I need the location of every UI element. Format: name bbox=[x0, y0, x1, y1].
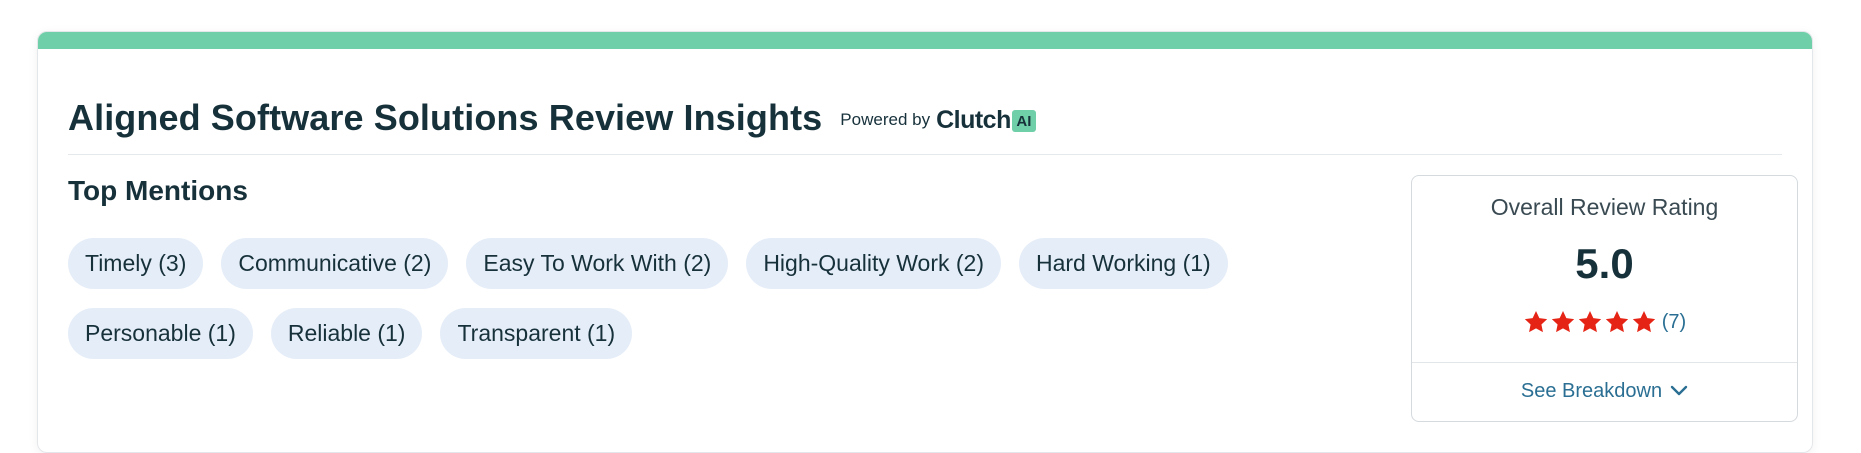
rating-score: 5.0 bbox=[1575, 240, 1634, 287]
mention-chip[interactable]: Timely (3) bbox=[68, 238, 204, 289]
rating-label: Overall Review Rating bbox=[1490, 194, 1719, 220]
star-icon bbox=[1525, 310, 1548, 333]
star-icon bbox=[1579, 310, 1602, 333]
chevron-down-icon bbox=[1670, 385, 1688, 396]
mention-chip[interactable]: Transparent (1) bbox=[440, 308, 633, 359]
powered-by-label: Powered by bbox=[840, 110, 931, 129]
mention-chip[interactable]: Communicative (2) bbox=[221, 238, 449, 289]
see-breakdown-label: See Breakdown bbox=[1520, 379, 1663, 402]
star-icon bbox=[1606, 310, 1629, 333]
clutch-logo: Clutch bbox=[936, 105, 1011, 134]
mention-chip[interactable]: Reliable (1) bbox=[270, 308, 423, 359]
overall-rating-box: Overall Review Rating 5.0 (7) See Breakd… bbox=[1411, 175, 1798, 422]
review-insights-card: Aligned Software Solutions Review Insigh… bbox=[37, 31, 1813, 453]
mention-chip[interactable]: Personable (1) bbox=[68, 308, 253, 359]
powered-by-clutch: Powered by Clutch AI bbox=[840, 106, 1036, 135]
mention-chip[interactable]: High-Quality Work (2) bbox=[746, 238, 1001, 289]
star-icon bbox=[1633, 310, 1656, 333]
mention-chips: Timely (3) Communicative (2) Easy To Wor… bbox=[68, 238, 1268, 359]
stars-row: (7) bbox=[1412, 309, 1797, 335]
review-count-link[interactable]: (7) bbox=[1662, 311, 1686, 334]
star-rating bbox=[1523, 309, 1658, 335]
see-breakdown-button[interactable]: See Breakdown bbox=[1412, 362, 1797, 420]
star-icon bbox=[1552, 310, 1575, 333]
page-title: Aligned Software Solutions Review Insigh… bbox=[68, 97, 823, 138]
accent-bar bbox=[38, 32, 1812, 49]
mention-chip[interactable]: Easy To Work With (2) bbox=[466, 238, 729, 289]
ai-badge: AI bbox=[1011, 110, 1036, 132]
card-header: Aligned Software Solutions Review Insigh… bbox=[68, 82, 1782, 155]
top-mentions-title: Top Mentions bbox=[68, 175, 248, 206]
mention-chip[interactable]: Hard Working (1) bbox=[1019, 238, 1228, 289]
